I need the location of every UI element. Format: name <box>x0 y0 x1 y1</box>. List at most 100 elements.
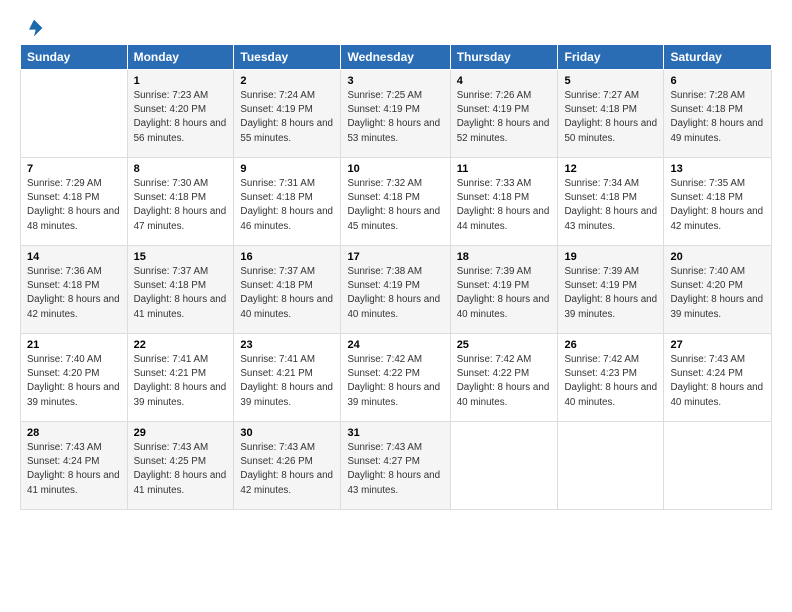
sunrise-label: Sunrise: 7:24 AM <box>240 90 315 101</box>
day-info: Sunrise: 7:33 AM Sunset: 4:18 PM Dayligh… <box>457 177 552 234</box>
calendar-cell: 22 Sunrise: 7:41 AM Sunset: 4:21 PM Dayl… <box>127 334 234 422</box>
calendar-cell: 6 Sunrise: 7:28 AM Sunset: 4:18 PM Dayli… <box>664 70 772 158</box>
daylight-label: Daylight: 8 hours and 40 minutes. <box>240 294 333 319</box>
day-info: Sunrise: 7:42 AM Sunset: 4:22 PM Dayligh… <box>347 353 443 410</box>
day-info: Sunrise: 7:43 AM Sunset: 4:24 PM Dayligh… <box>670 353 765 410</box>
calendar-cell: 9 Sunrise: 7:31 AM Sunset: 4:18 PM Dayli… <box>234 158 341 246</box>
day-info: Sunrise: 7:42 AM Sunset: 4:23 PM Dayligh… <box>564 353 657 410</box>
sunset-label: Sunset: 4:18 PM <box>564 192 636 203</box>
day-number: 19 <box>564 251 657 263</box>
sunset-label: Sunset: 4:27 PM <box>347 456 419 467</box>
sunrise-label: Sunrise: 7:27 AM <box>564 90 639 101</box>
weekday-header: Sunday <box>21 45 128 70</box>
page: SundayMondayTuesdayWednesdayThursdayFrid… <box>0 0 792 612</box>
calendar-cell <box>558 422 664 510</box>
calendar-cell: 31 Sunrise: 7:43 AM Sunset: 4:27 PM Dayl… <box>341 422 450 510</box>
day-info: Sunrise: 7:26 AM Sunset: 4:19 PM Dayligh… <box>457 89 552 146</box>
sunrise-label: Sunrise: 7:43 AM <box>27 442 102 453</box>
day-number: 30 <box>240 427 334 439</box>
day-info: Sunrise: 7:28 AM Sunset: 4:18 PM Dayligh… <box>670 89 765 146</box>
weekday-header: Thursday <box>450 45 558 70</box>
logo-icon <box>24 18 44 38</box>
day-info: Sunrise: 7:23 AM Sunset: 4:20 PM Dayligh… <box>134 89 228 146</box>
sunrise-label: Sunrise: 7:26 AM <box>457 90 532 101</box>
sunrise-label: Sunrise: 7:40 AM <box>27 354 102 365</box>
sunrise-label: Sunrise: 7:43 AM <box>240 442 315 453</box>
calendar-cell <box>450 422 558 510</box>
day-number: 9 <box>240 163 334 175</box>
sunset-label: Sunset: 4:18 PM <box>670 192 742 203</box>
sunrise-label: Sunrise: 7:39 AM <box>564 266 639 277</box>
calendar-cell: 19 Sunrise: 7:39 AM Sunset: 4:19 PM Dayl… <box>558 246 664 334</box>
day-info: Sunrise: 7:35 AM Sunset: 4:18 PM Dayligh… <box>670 177 765 234</box>
day-info: Sunrise: 7:40 AM Sunset: 4:20 PM Dayligh… <box>27 353 121 410</box>
day-number: 12 <box>564 163 657 175</box>
calendar-cell <box>21 70 128 158</box>
day-info: Sunrise: 7:39 AM Sunset: 4:19 PM Dayligh… <box>564 265 657 322</box>
sunrise-label: Sunrise: 7:36 AM <box>27 266 102 277</box>
sunset-label: Sunset: 4:24 PM <box>27 456 99 467</box>
calendar-cell <box>664 422 772 510</box>
daylight-label: Daylight: 8 hours and 39 minutes. <box>240 382 333 407</box>
calendar-cell: 16 Sunrise: 7:37 AM Sunset: 4:18 PM Dayl… <box>234 246 341 334</box>
day-number: 6 <box>670 75 765 87</box>
sunset-label: Sunset: 4:19 PM <box>347 104 419 115</box>
calendar-cell: 2 Sunrise: 7:24 AM Sunset: 4:19 PM Dayli… <box>234 70 341 158</box>
sunset-label: Sunset: 4:18 PM <box>564 104 636 115</box>
day-info: Sunrise: 7:31 AM Sunset: 4:18 PM Dayligh… <box>240 177 334 234</box>
sunset-label: Sunset: 4:19 PM <box>457 280 529 291</box>
sunrise-label: Sunrise: 7:32 AM <box>347 178 422 189</box>
day-info: Sunrise: 7:37 AM Sunset: 4:18 PM Dayligh… <box>134 265 228 322</box>
daylight-label: Daylight: 8 hours and 42 minutes. <box>670 206 763 231</box>
weekday-header: Friday <box>558 45 664 70</box>
sunrise-label: Sunrise: 7:41 AM <box>240 354 315 365</box>
daylight-label: Daylight: 8 hours and 40 minutes. <box>564 382 657 407</box>
sunset-label: Sunset: 4:19 PM <box>457 104 529 115</box>
calendar-cell: 5 Sunrise: 7:27 AM Sunset: 4:18 PM Dayli… <box>558 70 664 158</box>
sunrise-label: Sunrise: 7:37 AM <box>134 266 209 277</box>
day-number: 10 <box>347 163 443 175</box>
day-number: 16 <box>240 251 334 263</box>
calendar-header-row: SundayMondayTuesdayWednesdayThursdayFrid… <box>21 45 772 70</box>
sunrise-label: Sunrise: 7:43 AM <box>347 442 422 453</box>
daylight-label: Daylight: 8 hours and 39 minutes. <box>134 382 227 407</box>
day-number: 24 <box>347 339 443 351</box>
calendar-table: SundayMondayTuesdayWednesdayThursdayFrid… <box>20 44 772 510</box>
sunrise-label: Sunrise: 7:29 AM <box>27 178 102 189</box>
day-number: 1 <box>134 75 228 87</box>
day-number: 17 <box>347 251 443 263</box>
sunrise-label: Sunrise: 7:39 AM <box>457 266 532 277</box>
day-info: Sunrise: 7:39 AM Sunset: 4:19 PM Dayligh… <box>457 265 552 322</box>
day-number: 3 <box>347 75 443 87</box>
calendar-week-row: 7 Sunrise: 7:29 AM Sunset: 4:18 PM Dayli… <box>21 158 772 246</box>
sunset-label: Sunset: 4:19 PM <box>564 280 636 291</box>
sunset-label: Sunset: 4:26 PM <box>240 456 312 467</box>
sunset-label: Sunset: 4:19 PM <box>347 280 419 291</box>
calendar-cell: 30 Sunrise: 7:43 AM Sunset: 4:26 PM Dayl… <box>234 422 341 510</box>
sunset-label: Sunset: 4:18 PM <box>134 192 206 203</box>
sunrise-label: Sunrise: 7:23 AM <box>134 90 209 101</box>
day-number: 8 <box>134 163 228 175</box>
weekday-header: Wednesday <box>341 45 450 70</box>
day-info: Sunrise: 7:42 AM Sunset: 4:22 PM Dayligh… <box>457 353 552 410</box>
sunset-label: Sunset: 4:22 PM <box>457 368 529 379</box>
sunrise-label: Sunrise: 7:38 AM <box>347 266 422 277</box>
daylight-label: Daylight: 8 hours and 41 minutes. <box>134 470 227 495</box>
day-info: Sunrise: 7:38 AM Sunset: 4:19 PM Dayligh… <box>347 265 443 322</box>
calendar-cell: 27 Sunrise: 7:43 AM Sunset: 4:24 PM Dayl… <box>664 334 772 422</box>
daylight-label: Daylight: 8 hours and 42 minutes. <box>240 470 333 495</box>
weekday-header: Saturday <box>664 45 772 70</box>
daylight-label: Daylight: 8 hours and 44 minutes. <box>457 206 550 231</box>
daylight-label: Daylight: 8 hours and 50 minutes. <box>564 118 657 143</box>
day-number: 23 <box>240 339 334 351</box>
daylight-label: Daylight: 8 hours and 40 minutes. <box>347 294 440 319</box>
calendar-cell: 4 Sunrise: 7:26 AM Sunset: 4:19 PM Dayli… <box>450 70 558 158</box>
day-number: 18 <box>457 251 552 263</box>
day-info: Sunrise: 7:25 AM Sunset: 4:19 PM Dayligh… <box>347 89 443 146</box>
sunrise-label: Sunrise: 7:42 AM <box>564 354 639 365</box>
day-info: Sunrise: 7:41 AM Sunset: 4:21 PM Dayligh… <box>134 353 228 410</box>
sunset-label: Sunset: 4:25 PM <box>134 456 206 467</box>
sunset-label: Sunset: 4:18 PM <box>670 104 742 115</box>
daylight-label: Daylight: 8 hours and 55 minutes. <box>240 118 333 143</box>
sunset-label: Sunset: 4:18 PM <box>457 192 529 203</box>
